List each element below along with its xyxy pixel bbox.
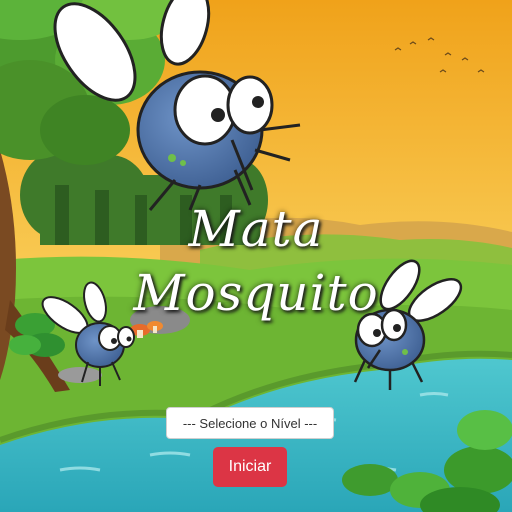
level-select[interactable]: --- Selecione o Nível ---: [166, 407, 334, 439]
game-title-line1: Mata: [188, 200, 324, 258]
game-title-line2: Mosquito: [133, 264, 379, 322]
start-button[interactable]: Iniciar: [213, 447, 287, 487]
